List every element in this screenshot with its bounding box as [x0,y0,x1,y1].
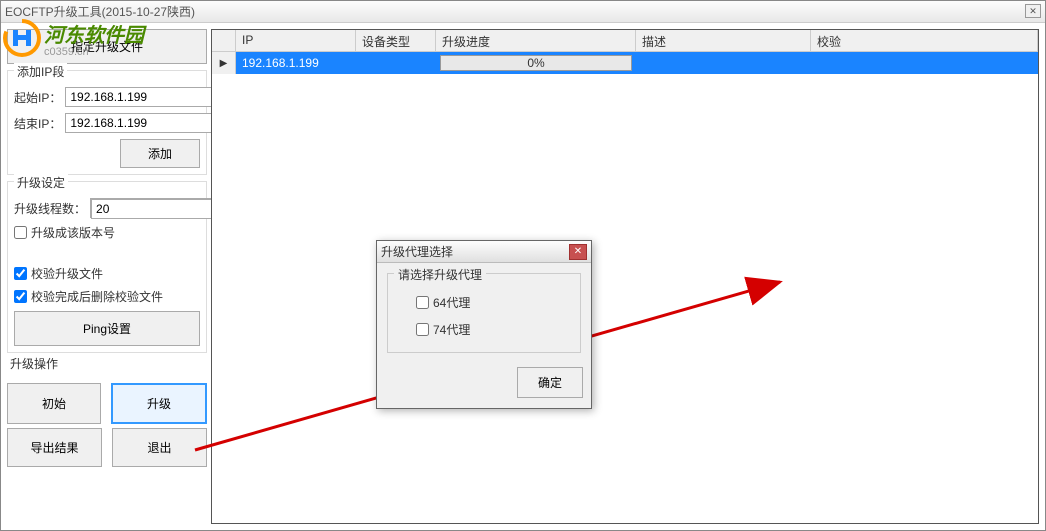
select-upgrade-file-button[interactable]: 指定升级文件 [7,29,207,64]
window-title: EOCFTP升级工具(2015-10-27陕西) [5,3,195,20]
version-checkbox-label: 升级成该版本号 [31,224,115,241]
progress-bar: 0% [440,55,632,71]
operation-title: 升级操作 [7,355,61,372]
upgrade-button[interactable]: 升级 [111,383,207,424]
start-ip-input[interactable] [65,87,230,107]
add-ip-button[interactable]: 添加 [120,139,200,168]
dialog-title: 升级代理选择 [381,243,453,260]
verify-checkbox-label: 校验升级文件 [31,265,103,282]
cell-type [356,52,436,74]
table-row[interactable]: ▶ 192.168.1.199 0% [212,52,1038,74]
data-grid: IP 设备类型 升级进度 描述 校验 ▶ 192.168.1.199 0% [211,29,1039,524]
end-ip-label: 结束IP： [14,115,61,132]
settings-title: 升级设定 [14,174,68,191]
ip-range-title: 添加IP段 [14,63,67,80]
proxy-64-checkbox[interactable] [416,296,429,309]
version-checkbox[interactable] [14,226,27,239]
settings-fieldset: 升级设定 升级线程数： ▲ ▼ 升级 [7,181,207,353]
dialog-close-button[interactable]: ✕ [569,244,587,260]
col-header-check[interactable]: 校验 [811,30,1038,51]
left-panel: 指定升级文件 添加IP段 起始IP： 结束IP： 添加 [7,29,207,524]
row-indicator-icon: ▶ [212,52,236,74]
operation-fieldset: 升级操作 初始 升级 导出结果 退出 [7,359,207,471]
grid-header: IP 设备类型 升级进度 描述 校验 [212,30,1038,52]
init-button[interactable]: 初始 [7,383,101,424]
proxy-74-label: 74代理 [433,321,470,338]
threads-label: 升级线程数： [14,200,86,217]
ping-settings-button[interactable]: Ping设置 [14,311,200,346]
start-ip-label: 起始IP： [14,89,61,106]
col-header-ip[interactable]: IP [236,30,356,51]
cell-progress: 0% [436,52,636,74]
titlebar: EOCFTP升级工具(2015-10-27陕西) ✕ [1,1,1045,23]
proxy-74-checkbox[interactable] [416,323,429,336]
col-header-desc[interactable]: 描述 [636,30,811,51]
export-result-button[interactable]: 导出结果 [7,428,102,467]
col-header-progress[interactable]: 升级进度 [436,30,636,51]
dialog-ok-button[interactable]: 确定 [517,367,583,398]
window-close-button[interactable]: ✕ [1025,4,1041,18]
ip-range-fieldset: 添加IP段 起始IP： 结束IP： 添加 [7,70,207,175]
cell-check [811,52,1038,74]
cell-ip: 192.168.1.199 [236,52,356,74]
proxy-64-label: 64代理 [433,294,470,311]
end-ip-input[interactable] [65,113,230,133]
dialog-titlebar[interactable]: 升级代理选择 ✕ [377,241,591,263]
exit-button[interactable]: 退出 [112,428,207,467]
col-header-type[interactable]: 设备类型 [356,30,436,51]
row-indicator-header [212,30,236,51]
delete-after-verify-checkbox[interactable] [14,290,27,303]
verify-checkbox[interactable] [14,267,27,280]
dialog-group-title: 请选择升级代理 [394,266,486,283]
cell-desc [636,52,811,74]
proxy-dialog: 升级代理选择 ✕ 请选择升级代理 64代理 74代理 确定 [376,240,592,409]
delete-after-verify-label: 校验完成后删除校验文件 [31,288,163,305]
progress-value: 0% [527,56,544,70]
dialog-group: 请选择升级代理 64代理 74代理 [387,273,581,353]
